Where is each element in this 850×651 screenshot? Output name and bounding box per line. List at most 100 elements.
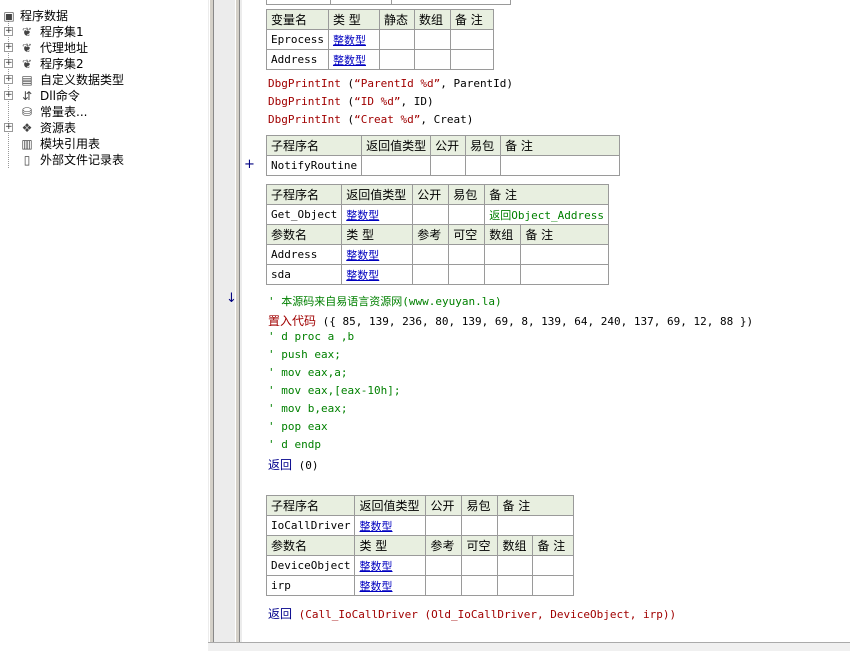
- col-reference: 参考: [425, 535, 463, 556]
- param-type-cell[interactable]: 整数型: [341, 244, 414, 265]
- program-data-icon: ▣: [3, 9, 15, 23]
- public-cell[interactable]: [425, 515, 463, 536]
- return-type-cell[interactable]: 整数型: [341, 204, 414, 225]
- sub-name-cell[interactable]: NotifyRoutine: [265, 155, 363, 176]
- sub-name-cell[interactable]: Get_Object: [265, 204, 343, 225]
- param-remark-cell[interactable]: [532, 575, 575, 596]
- comment-line[interactable]: ' 本源码来自易语言资源网(www.eyuyan.la): [268, 293, 502, 309]
- param-type-cell[interactable]: 整数型: [354, 555, 427, 576]
- nullable-cell[interactable]: [461, 555, 499, 576]
- expand-icon[interactable]: +: [4, 27, 13, 36]
- expand-icon[interactable]: +: [4, 75, 13, 84]
- param-type-cell[interactable]: 整数型: [354, 575, 427, 596]
- table-row[interactable]: NotifyRoutine: [265, 155, 621, 176]
- project-tree[interactable]: ▣ 程序数据 + ❦ 程序集1 + ❦ 代理地址 + ❦ 程序集2 + ▤ 自定义数据类型 + ⇵ Dll命…: [0, 0, 208, 650]
- code-line-dbgprint[interactable]: DbgPrintInt (“ParentId %d”, ParentId): [268, 77, 513, 90]
- code-line-dbgprint[interactable]: DbgPrintInt (“Creat %d”, Creat): [268, 113, 473, 126]
- col-param-type: 类 型: [341, 224, 414, 245]
- code-line-dbgprint[interactable]: DbgPrintInt (“ID %d”, ID): [268, 95, 434, 108]
- table-row[interactable]: sda 整数型: [265, 264, 609, 285]
- code-line-embed[interactable]: 置入代码 ({ 85, 139, 236, 80, 139, 69, 8, 13…: [268, 312, 753, 329]
- table-row[interactable]: Eprocess 整数型: [266, 29, 494, 50]
- param-name-cell[interactable]: sda: [265, 264, 343, 285]
- reference-cell[interactable]: [412, 244, 450, 265]
- epackage-cell[interactable]: [461, 515, 499, 536]
- public-cell[interactable]: [412, 204, 450, 225]
- file-icon: ▯: [23, 153, 31, 167]
- local-variables-table[interactable]: 变量名 类 型 静态 数组 备 注 Eprocess 整数型 Address 整…: [266, 9, 494, 70]
- nullable-cell[interactable]: [448, 264, 486, 285]
- table-row[interactable]: DeviceObject 整数型: [265, 555, 575, 576]
- table-row[interactable]: Address 整数型: [265, 244, 609, 265]
- var-array-cell[interactable]: [413, 49, 451, 70]
- param-remark-cell[interactable]: [520, 264, 609, 285]
- remark-cell[interactable]: [500, 155, 621, 176]
- remark-cell[interactable]: 返回Object_Address: [484, 204, 609, 225]
- expand-icon[interactable]: +: [4, 43, 13, 52]
- return-type-cell[interactable]: 整数型: [354, 515, 427, 536]
- comment-line[interactable]: ' d endp: [268, 438, 321, 451]
- var-name-cell[interactable]: Eprocess: [266, 29, 329, 50]
- code-line-return[interactable]: 返回 (0): [268, 456, 319, 473]
- comment-line[interactable]: ' push eax;: [268, 348, 341, 361]
- epackage-cell[interactable]: [448, 204, 486, 225]
- col-param-remark: 备 注: [532, 535, 575, 556]
- array-cell[interactable]: [484, 264, 522, 285]
- var-static-cell[interactable]: [378, 49, 415, 70]
- code-editor[interactable]: 变量名 类 型 静态 数组 备 注 Eprocess 整数型 Address 整…: [226, 0, 850, 650]
- param-remark-cell[interactable]: [520, 244, 609, 265]
- col-var-name: 变量名: [266, 9, 329, 30]
- table-row[interactable]: Get_Object 整数型 返回Object_Address: [265, 204, 609, 225]
- code-line-final-return[interactable]: 返回 (Call_IoCallDriver (Old_IoCallDriver,…: [268, 605, 676, 622]
- pane-splitter[interactable]: [208, 0, 242, 650]
- nullable-cell[interactable]: [448, 244, 486, 265]
- reference-cell[interactable]: [425, 575, 463, 596]
- param-name-cell[interactable]: DeviceObject: [265, 555, 356, 576]
- param-name-cell[interactable]: irp: [265, 575, 356, 596]
- comment-line[interactable]: ' pop eax: [268, 420, 328, 433]
- function-call: DbgPrintInt: [268, 113, 341, 126]
- var-name-cell[interactable]: Address: [266, 49, 329, 70]
- comment-line[interactable]: ' mov b,eax;: [268, 402, 347, 415]
- var-remark-cell[interactable]: [449, 49, 494, 70]
- public-cell[interactable]: [430, 155, 467, 176]
- assembly-icon: ❦: [21, 57, 33, 71]
- comment-line[interactable]: ' mov eax,a;: [268, 366, 347, 379]
- var-type-cell[interactable]: 整数型: [327, 29, 380, 50]
- subroutine-get-object-table[interactable]: 子程序名 返回值类型 公开 易包 备 注 Get_Object 整数型 返回Ob…: [265, 184, 609, 285]
- table-row[interactable]: Address 整数型: [266, 49, 494, 70]
- partial-top-table: [266, 0, 511, 5]
- args: , ID): [400, 95, 434, 108]
- expand-icon[interactable]: +: [4, 59, 13, 68]
- col-epackage: 易包: [465, 135, 502, 156]
- nullable-cell[interactable]: [461, 575, 499, 596]
- var-type-cell[interactable]: 整数型: [327, 49, 380, 70]
- table-row[interactable]: irp 整数型: [265, 575, 575, 596]
- param-remark-cell[interactable]: [532, 555, 575, 576]
- expand-subroutine-icon[interactable]: +: [244, 157, 255, 172]
- comment-line[interactable]: ' d proc a ,b: [268, 330, 354, 343]
- param-name-cell[interactable]: Address: [265, 244, 343, 265]
- subroutine-notifyroutine-table[interactable]: 子程序名 返回值类型 公开 易包 备 注 NotifyRoutine: [265, 135, 621, 176]
- param-type-cell[interactable]: 整数型: [341, 264, 414, 285]
- array-cell[interactable]: [497, 575, 534, 596]
- var-remark-cell[interactable]: [449, 29, 494, 50]
- array-cell[interactable]: [497, 555, 534, 576]
- array-cell[interactable]: [484, 244, 522, 265]
- reference-cell[interactable]: [412, 264, 450, 285]
- col-remark: 备 注: [500, 135, 621, 156]
- comment-line[interactable]: ' mov eax,[eax-10h];: [268, 384, 400, 397]
- col-epackage: 易包: [448, 184, 486, 205]
- var-static-cell[interactable]: [378, 29, 415, 50]
- expand-icon[interactable]: +: [4, 123, 13, 132]
- remark-cell[interactable]: [497, 515, 575, 536]
- epackage-cell[interactable]: [465, 155, 502, 176]
- return-type-cell[interactable]: [361, 155, 432, 176]
- reference-cell[interactable]: [425, 555, 463, 576]
- subroutine-iocalldriver-table[interactable]: 子程序名 返回值类型 公开 易包 备 注 IoCallDriver 整数型 参数…: [265, 495, 575, 596]
- var-array-cell[interactable]: [413, 29, 451, 50]
- return-args: (0): [292, 459, 319, 472]
- table-row[interactable]: IoCallDriver 整数型: [265, 515, 575, 536]
- sub-name-cell[interactable]: IoCallDriver: [265, 515, 356, 536]
- expand-icon[interactable]: +: [4, 91, 13, 100]
